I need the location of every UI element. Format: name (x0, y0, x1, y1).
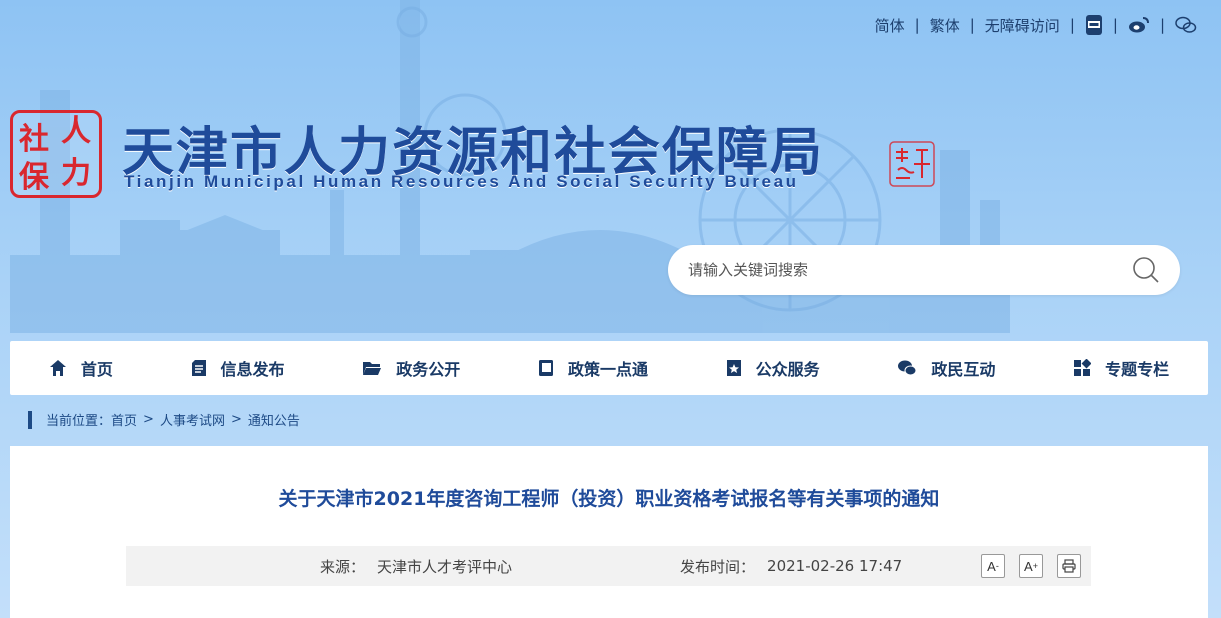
nav-item-info-release[interactable]: 信息发布 (191, 356, 285, 380)
nav-item-government-affairs[interactable]: 政务公开 (362, 356, 460, 380)
font-increase-sign: + (1032, 561, 1038, 571)
publish-time-value: 2021-02-26 17:47 (767, 557, 903, 575)
folder-icon (363, 362, 382, 375)
nav-item-label: 政策一点通 (567, 360, 648, 379)
nav-item-special-topics[interactable]: 专题专栏 (1073, 356, 1169, 380)
font-decrease-sign: - (995, 561, 999, 571)
font-decrease-letter: A (987, 558, 996, 574)
separator: | (1159, 16, 1165, 34)
breadcrumb-separator: > (143, 412, 154, 427)
grid-icon (1074, 359, 1092, 376)
nav-item-label: 专题专栏 (1105, 360, 1170, 379)
font-increase-button[interactable]: A + (1019, 554, 1043, 578)
separator: | (1069, 16, 1075, 34)
document-icon (191, 360, 206, 376)
separator: | (969, 16, 975, 34)
nav-item-label: 首页 (80, 360, 113, 379)
seal-char: 社 (19, 122, 49, 157)
source-label: 来源： (320, 557, 366, 576)
simplified-chinese-link[interactable]: 简体 (875, 15, 905, 36)
bureau-seal-logo: 人 社 力 保 (10, 110, 102, 198)
seal-char: 力 (61, 156, 91, 191)
breadcrumb-exam-link[interactable]: 人事考试网 (160, 410, 225, 429)
font-decrease-button[interactable]: A- (981, 554, 1005, 578)
home-icon (49, 360, 66, 376)
bookmark-star-icon (726, 360, 741, 376)
breadcrumb-marker (28, 410, 32, 429)
breadcrumb-separator: > (230, 412, 242, 427)
article-tools: A- A + (967, 554, 1081, 578)
nav-item-label: 政民互动 (931, 360, 996, 379)
nav-item-interaction[interactable]: 政民互动 (897, 356, 995, 380)
breadcrumb: 当前位置： 首页 > 人事考试网 > 通知公告 (28, 410, 300, 429)
article-meta-bar: 来源： 天津市人才考评中心 发布时间： 2021-02-26 17:47 A- … (126, 546, 1091, 586)
wechat-icon[interactable] (1175, 16, 1197, 34)
site-title-english: Tianjin Municipal Human Resources And So… (124, 172, 799, 191)
nav-item-home[interactable]: 首页 (49, 356, 113, 380)
breadcrumb-prefix: 当前位置： (46, 414, 112, 429)
article-panel: 关于天津市2021年度咨询工程师（投资）职业资格考试报名等有关事项的通知 来源：… (10, 446, 1208, 618)
printer-icon (1062, 559, 1076, 573)
nav-item-public-service[interactable]: 公众服务 (726, 356, 820, 380)
tianjin-stamp-icon (889, 141, 935, 187)
seal-char: 保 (19, 160, 49, 195)
separator: | (914, 16, 920, 34)
source-value: 天津市人才考评中心 (377, 557, 513, 576)
chat-icon (898, 360, 917, 376)
article-title: 关于天津市2021年度咨询工程师（投资）职业资格考试报名等有关事项的通知 (278, 488, 940, 510)
traditional-chinese-link[interactable]: 繁体 (930, 15, 960, 36)
app-icon[interactable] (1085, 14, 1103, 36)
publish-time-label: 发布时间： (680, 557, 756, 576)
nav-item-label: 公众服务 (755, 360, 820, 379)
top-links: 简体 | 繁体 | 无障碍访问 | | | (875, 14, 1197, 36)
print-button[interactable] (1057, 554, 1081, 578)
seal-char: 人 (61, 114, 91, 149)
weibo-icon[interactable] (1128, 16, 1150, 34)
search-input[interactable] (688, 261, 1132, 279)
separator: | (1112, 16, 1118, 34)
breadcrumb-notice-link[interactable]: 通知公告 (248, 410, 300, 429)
nav-item-label: 信息发布 (220, 360, 285, 379)
main-nav: 首页 信息发布 政务公开 政策一点通 公众服务 政民互动 专题专栏 (10, 341, 1208, 395)
book-icon (538, 360, 553, 376)
breadcrumb-home-link[interactable]: 首页 (111, 410, 137, 429)
nav-item-label: 政务公开 (396, 360, 461, 379)
search-box (668, 245, 1180, 295)
accessibility-link[interactable]: 无障碍访问 (985, 15, 1060, 36)
font-increase-letter: A (1024, 558, 1033, 574)
nav-item-policy[interactable]: 政策一点通 (538, 356, 648, 380)
search-icon[interactable] (1132, 256, 1160, 284)
